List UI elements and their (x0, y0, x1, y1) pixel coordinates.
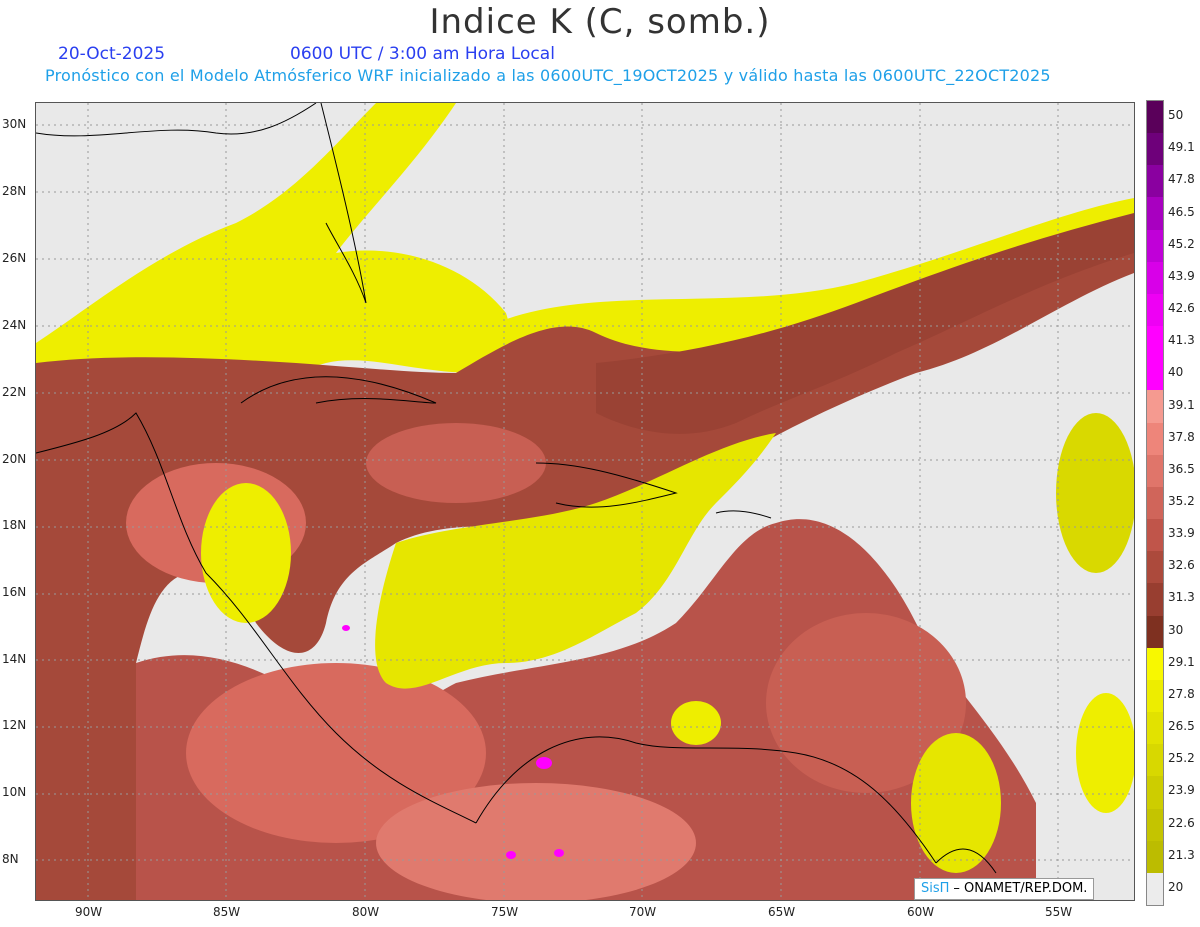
colorbar-label: 50 (1168, 108, 1184, 123)
credit-text: – ONAMET/REP.DOM. (953, 881, 1088, 896)
colorbar-segment (1147, 679, 1163, 713)
salmon-patch-south (376, 783, 696, 900)
colorbar-segment (1147, 197, 1163, 231)
magenta-spot-3 (554, 849, 564, 857)
colorbar-label: 49.1 (1168, 140, 1195, 155)
lon-label: 75W (491, 905, 519, 919)
colorbar-label: 40 (1168, 365, 1184, 380)
colorbar-label: 22.6 (1168, 815, 1195, 830)
colorbar-label: 26.5 (1168, 719, 1195, 734)
colorbar-label: 42.6 (1168, 301, 1195, 316)
colorbar-segment (1147, 776, 1163, 810)
colorbar-segment (1147, 712, 1163, 745)
colorbar-label: 37.8 (1168, 429, 1195, 444)
colorbar-segment (1147, 390, 1163, 424)
lat-label: 10N (2, 785, 27, 799)
colorbar-segment (1147, 165, 1163, 198)
colorbar (1146, 100, 1164, 906)
lat-label: 8N (2, 852, 19, 866)
colorbar-segment (1147, 454, 1163, 488)
colorbar-segment (1147, 551, 1163, 584)
lon-label: 85W (213, 905, 241, 919)
yellow-blob-central-america (201, 483, 291, 623)
colorbar-segment (1147, 133, 1163, 166)
salmon-patch-north (366, 423, 546, 503)
forecast-time: 0600 UTC / 3:00 am Hora Local (290, 44, 555, 64)
yellow-blob-venezuela (671, 701, 721, 745)
lat-label: 22N (2, 385, 27, 399)
colorbar-label: 25.2 (1168, 751, 1195, 766)
colorbar-segment (1147, 583, 1163, 617)
colorbar-label: 30 (1168, 622, 1184, 637)
lon-label: 60W (907, 905, 935, 919)
magenta-spot-2 (506, 851, 516, 859)
colorbar-label: 36.5 (1168, 461, 1195, 476)
colorbar-label: 47.8 (1168, 172, 1195, 187)
colorbar-label: 21.3 (1168, 847, 1195, 862)
colorbar-label: 27.8 (1168, 686, 1195, 701)
colorbar-segment (1147, 486, 1163, 520)
lat-label: 26N (2, 251, 27, 265)
colorbar-label: 20 (1168, 879, 1184, 894)
lat-label: 28N (2, 184, 27, 198)
lat-label: 12N (2, 718, 27, 732)
lat-label: 16N (2, 585, 27, 599)
colorbar-label: 33.9 (1168, 526, 1195, 541)
yellow-band-gulf (36, 103, 510, 383)
forecast-subtitle: Pronóstico con el Modelo Atmósferico WRF… (45, 66, 1051, 85)
colorbar-label: 23.9 (1168, 783, 1195, 798)
credit-box: SisΠ – ONAMET/REP.DOM. (914, 878, 1095, 900)
lat-label: 18N (2, 518, 27, 532)
colorbar-label: 43.9 (1168, 268, 1195, 283)
forecast-date: 20-Oct-2025 (58, 44, 166, 64)
colorbar-label: 35.2 (1168, 494, 1195, 508)
colorbar-segment (1147, 872, 1163, 906)
colorbar-label: 39.1 (1168, 397, 1195, 412)
yellow-blob-east (1056, 413, 1134, 573)
map-field (36, 103, 1134, 900)
magenta-spot-1 (536, 757, 552, 769)
colorbar-segment (1147, 808, 1163, 842)
colorbar-segment (1147, 293, 1163, 327)
magenta-spot-4 (342, 625, 350, 631)
colorbar-segment (1147, 519, 1163, 552)
colorbar-label: 46.5 (1168, 204, 1195, 219)
colorbar-label: 32.6 (1168, 558, 1195, 573)
yellow-blob-southeast (1076, 693, 1134, 813)
colorbar-segment (1147, 229, 1163, 263)
colorbar-segment (1147, 358, 1163, 391)
lat-label: 20N (2, 452, 27, 466)
colorbar-segment (1147, 101, 1163, 134)
colorbar-segment (1147, 744, 1163, 777)
lon-label: 70W (629, 905, 657, 919)
colorbar-label: 31.3 (1168, 590, 1195, 605)
lat-label: 24N (2, 318, 27, 332)
colorbar-segment (1147, 326, 1163, 359)
colorbar-segment (1147, 422, 1163, 456)
k-index-map (35, 102, 1135, 901)
lon-label: 90W (75, 905, 103, 919)
colorbar-segment (1147, 261, 1163, 295)
colorbar-label: 29.1 (1168, 654, 1195, 669)
lat-label: 14N (2, 652, 27, 666)
colorbar-label: 41.3 (1168, 333, 1195, 348)
lat-label: 30N (2, 117, 27, 131)
lon-label: 55W (1045, 905, 1073, 919)
colorbar-segment (1147, 840, 1163, 874)
colorbar-segment (1147, 647, 1163, 681)
yellow-blob-guyana (911, 733, 1001, 873)
map-title: Indice K (C, somb.) (429, 2, 771, 42)
colorbar-label: 45.2 (1168, 236, 1195, 251)
colorbar-segment (1147, 615, 1163, 649)
sisp-logo: SisΠ (921, 881, 950, 896)
lon-label: 65W (768, 905, 796, 919)
lon-label: 80W (352, 905, 380, 919)
